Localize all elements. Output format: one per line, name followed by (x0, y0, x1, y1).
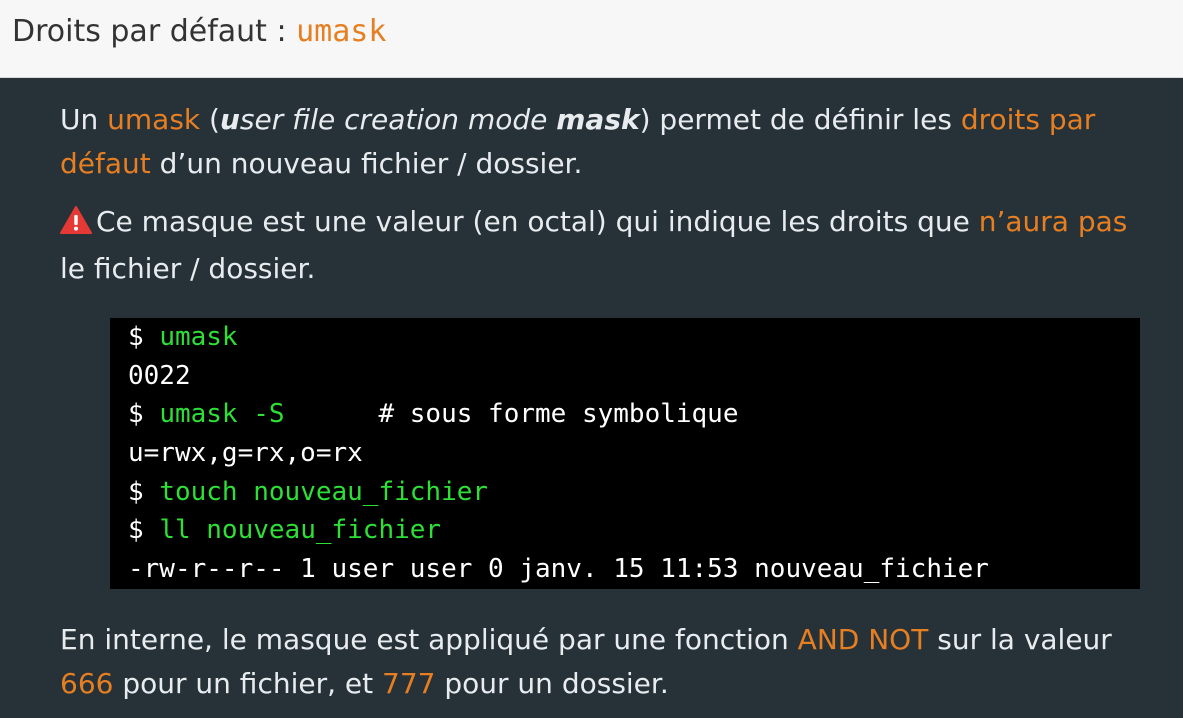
outro-paragraph: En interne, le masque est appliqué par u… (60, 618, 1160, 706)
terminal-comment: # sous forme symbolique (284, 399, 739, 430)
terminal-command: umask (159, 322, 238, 352)
outro-text-4: pour un dossier. (435, 667, 669, 700)
warning-icon (60, 203, 92, 247)
terminal-command: ll nouveau_fichier (159, 515, 442, 546)
intro-text-1: Un (60, 103, 108, 136)
intro-text-4: d’un nouveau fichier / dossier. (150, 147, 583, 180)
terminal-line: $ umask (128, 318, 1122, 357)
intro-italic-mid: ser file creation mode (239, 103, 557, 136)
outro-text-2: sur la valeur (928, 623, 1112, 656)
terminal-prompt: $ (128, 399, 160, 430)
terminal-line: $ umask -S # sous forme symbolique (128, 395, 1122, 434)
title-text: Droits par défaut : (12, 14, 297, 49)
terminal-block: $ umask 0022 $ umask -S # sous forme sym… (110, 318, 1140, 589)
terminal-command: umask -S (159, 399, 285, 430)
warning-text-2: le fichier / dossier. (60, 252, 316, 285)
outro-text-1: En interne, le masque est appliqué par u… (60, 623, 798, 656)
terminal-line: $ ll nouveau_fichier (128, 511, 1122, 550)
page-title: Droits par défaut : umask (12, 14, 386, 49)
terminal-prompt: $ (128, 322, 160, 352)
terminal-line: $ touch nouveau_fichier (128, 473, 1122, 512)
terminal-line: 0022 (128, 357, 1122, 396)
title-code: umask (296, 14, 387, 49)
intro-italic-u: u (219, 103, 240, 136)
slide-content: Un umask (user file creation mode mask) … (0, 78, 1183, 718)
intro-highlight-umask: umask (107, 103, 201, 136)
slide-header: Droits par défaut : umask (0, 0, 1183, 78)
warning-paragraph: Ce masque est une valeur (en octal) qui … (60, 200, 1160, 291)
terminal-output: u=rwx,g=rx,o=rx (128, 438, 363, 469)
intro-text-3: ) permet de définir les (639, 103, 961, 136)
warning-highlight: n’aura pas (978, 205, 1128, 238)
outro-highlight-666: 666 (60, 667, 114, 700)
intro-text-2: ( (200, 103, 220, 136)
outro-text-3: pour un fichier, et (113, 667, 383, 700)
terminal-output: -rw-r--r-- 1 user user 0 janv. 15 11:53 … (128, 554, 989, 585)
warning-text-1: Ce masque est une valeur (en octal) qui … (96, 205, 979, 238)
outro-highlight-777: 777 (382, 667, 436, 700)
terminal-prompt: $ (128, 476, 160, 507)
terminal-output: 0022 (128, 360, 191, 391)
intro-italic-mask: mask (556, 103, 640, 136)
terminal-line: u=rwx,g=rx,o=rx (128, 434, 1122, 473)
terminal-line: -rw-r--r-- 1 user user 0 janv. 15 11:53 … (128, 550, 1122, 589)
intro-paragraph: Un umask (user file creation mode mask) … (60, 98, 1160, 186)
terminal-prompt: $ (128, 515, 160, 546)
terminal-command: touch nouveau_fichier (159, 476, 489, 507)
outro-highlight-and-not: AND NOT (797, 623, 929, 656)
